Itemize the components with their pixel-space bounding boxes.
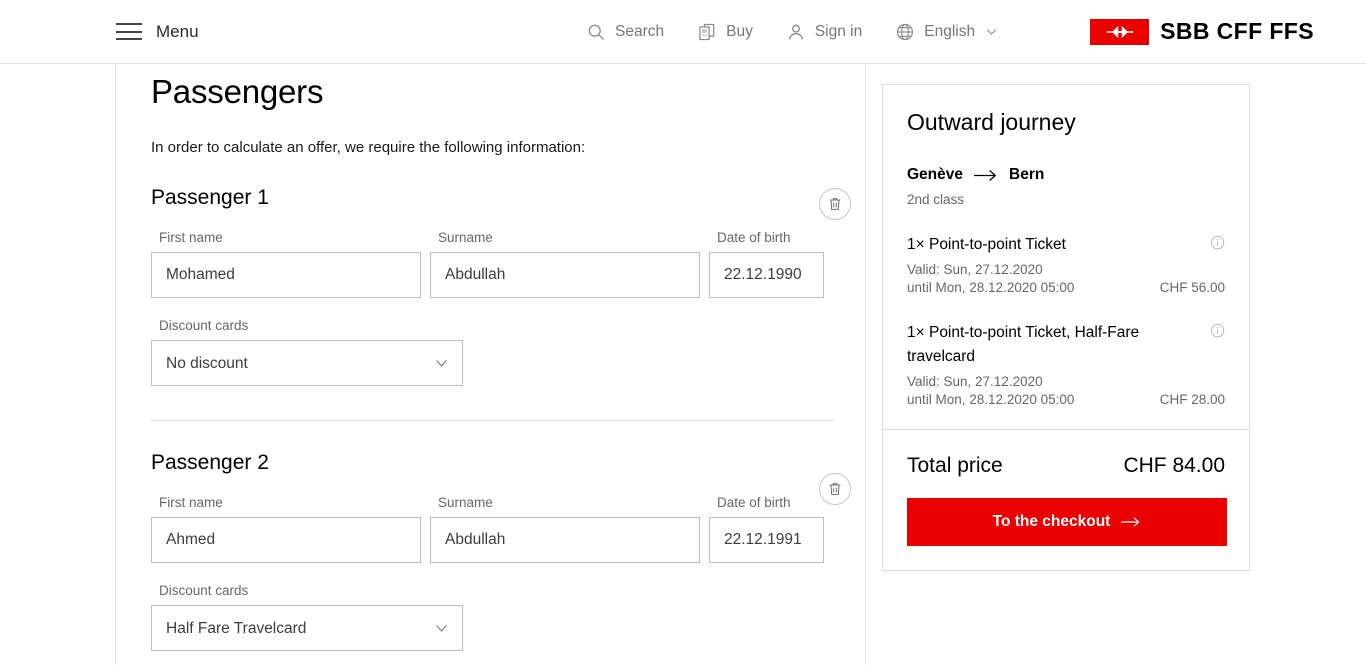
arrow-right-icon: [1121, 517, 1140, 527]
ticket-valid-until: until Mon, 28.12.2020 05:00: [907, 392, 1075, 408]
travel-class: 2nd class: [907, 192, 965, 207]
first-name-label-2: First name: [159, 495, 223, 510]
menu-label: Menu: [156, 21, 199, 41]
sbb-logo-text: SBB CFF FFS: [1160, 18, 1314, 44]
dob-label-1: Date of birth: [717, 230, 791, 245]
header-nav: Search Buy Sign in English: [586, 22, 999, 42]
name-fields-1: First name Surname Date of birth: [151, 230, 865, 298]
discount-field-row-1: Discount cards No discount: [151, 318, 865, 386]
surname-input-2[interactable]: [430, 517, 700, 563]
discount-select-wrap-2: Half Fare Travelcard: [151, 605, 463, 651]
trash-icon: [829, 198, 841, 210]
nav-label-sign-in: Sign in: [814, 22, 863, 40]
dob-input-2[interactable]: [709, 517, 824, 563]
dob-field-1: Date of birth: [709, 230, 824, 298]
main-content: Passengers In order to calculate an offe…: [116, 64, 866, 665]
search-icon: [588, 24, 604, 40]
ticket-valid-from: Valid: Sun, 27.12.2020: [907, 374, 1043, 390]
delete-passenger-2-button[interactable]: [819, 473, 851, 505]
ticket-valid-from: Valid: Sun, 27.12.2020: [907, 262, 1043, 278]
first-name-input-1[interactable]: [151, 252, 421, 298]
intro-text: In order to calculate an offer, we requi…: [151, 139, 586, 156]
journey-sidebar: Outward journey Genève Bern 2nd class 1×…: [866, 64, 1366, 665]
nav-label-search: Search: [615, 22, 665, 40]
first-name-field-1: First name: [151, 230, 421, 298]
journey-card-title: Outward journey: [907, 109, 1076, 135]
nav-label-buy: Buy: [726, 22, 753, 40]
globe-icon: [897, 23, 914, 40]
site-header: Menu Search Buy Sign in English SBB CFF …: [0, 0, 1366, 64]
info-icon[interactable]: [1210, 323, 1225, 338]
dob-input-1[interactable]: [709, 252, 824, 298]
nav-item-sign-in[interactable]: Sign in: [786, 22, 862, 42]
route-destination: Bern: [1009, 166, 1045, 183]
total-price-row: Total price CHF 84.00: [883, 430, 1249, 478]
page-title: Passengers: [151, 73, 324, 110]
left-gutter: [0, 64, 116, 665]
nav-item-search[interactable]: Search: [586, 22, 664, 42]
journey-card: Outward journey Genève Bern 2nd class 1×…: [882, 84, 1250, 572]
first-name-label-1: First name: [159, 230, 223, 245]
passenger-title-1: Passenger 1: [151, 186, 269, 209]
discount-field-1: Discount cards No discount: [151, 318, 463, 386]
ticket-item: 1× Point-to-point Ticket, Half-Fare trav…: [907, 321, 1225, 407]
hamburger-icon: [116, 23, 142, 40]
journey-summary: Outward journey Genève Bern 2nd class 1×…: [883, 85, 1249, 429]
first-name-input-2[interactable]: [151, 517, 421, 563]
user-icon: [788, 24, 803, 40]
page-body: Passengers In order to calculate an offe…: [0, 64, 1366, 665]
sbb-logo[interactable]: SBB CFF FFS: [1090, 18, 1314, 45]
discount-label-1: Discount cards: [159, 318, 249, 333]
ticket-valid-until: until Mon, 28.12.2020 05:00: [907, 280, 1075, 296]
discount-select-wrap-1: No discount: [151, 340, 463, 386]
nav-item-buy[interactable]: Buy: [697, 22, 753, 42]
total-price-value: CHF 84.00: [1123, 454, 1225, 478]
ticket-name: 1× Point-to-point Ticket, Half-Fare trav…: [907, 324, 1140, 366]
discount-label-2: Discount cards: [159, 583, 249, 598]
surname-label-1: Surname: [438, 230, 493, 245]
ticket-item: 1× Point-to-point Ticket Valid: Sun, 27.…: [907, 233, 1225, 295]
passenger-block-1: Passenger 1 First name Surname: [151, 186, 865, 421]
passenger-title-2: Passenger 2: [151, 451, 269, 474]
info-icon[interactable]: [1210, 235, 1225, 250]
trash-icon: [829, 483, 841, 495]
nav-label-language: English: [924, 22, 976, 40]
delete-passenger-1-button[interactable]: [819, 188, 851, 220]
menu-button[interactable]: Menu: [116, 22, 199, 42]
nav-item-language[interactable]: English: [895, 22, 999, 42]
dob-field-2: Date of birth: [709, 495, 824, 563]
dob-label-2: Date of birth: [717, 495, 791, 510]
ticket-until-row: until Mon, 28.12.2020 05:00 CHF 56.00: [907, 280, 1225, 295]
ticket-price: CHF 56.00: [1159, 280, 1225, 296]
surname-input-1[interactable]: [430, 252, 700, 298]
sbb-logo-mark: [1090, 18, 1150, 45]
double-arrow-icon: [1106, 25, 1133, 38]
arrow-right-icon: [974, 169, 997, 181]
checkout-button-label: To the checkout: [992, 513, 1111, 531]
surname-field-1: Surname: [430, 230, 700, 298]
passenger-block-2: Passenger 2 First name Surname: [151, 451, 865, 651]
discount-field-row-2: Discount cards Half Fare Travelcard: [151, 583, 865, 651]
ticket-price: CHF 28.00: [1159, 392, 1225, 408]
discount-field-2: Discount cards Half Fare Travelcard: [151, 583, 463, 651]
ticket-name: 1× Point-to-point Ticket: [907, 236, 1066, 253]
chevron-down-icon: [986, 29, 997, 35]
first-name-field-2: First name: [151, 495, 421, 563]
surname-field-2: Surname: [430, 495, 700, 563]
discount-select-2[interactable]: Half Fare Travelcard: [151, 605, 463, 651]
route-summary: Genève Bern: [907, 166, 1225, 184]
total-price-label: Total price: [907, 454, 1003, 478]
surname-label-2: Surname: [438, 495, 493, 510]
passenger-divider: [151, 420, 834, 421]
checkout-button[interactable]: To the checkout: [907, 498, 1227, 547]
ticket-icon: [699, 23, 715, 40]
discount-select-1[interactable]: No discount: [151, 340, 463, 386]
name-fields-2: First name Surname Date of birth: [151, 495, 865, 563]
ticket-until-row: until Mon, 28.12.2020 05:00 CHF 28.00: [907, 392, 1225, 407]
route-origin: Genève: [907, 166, 964, 183]
